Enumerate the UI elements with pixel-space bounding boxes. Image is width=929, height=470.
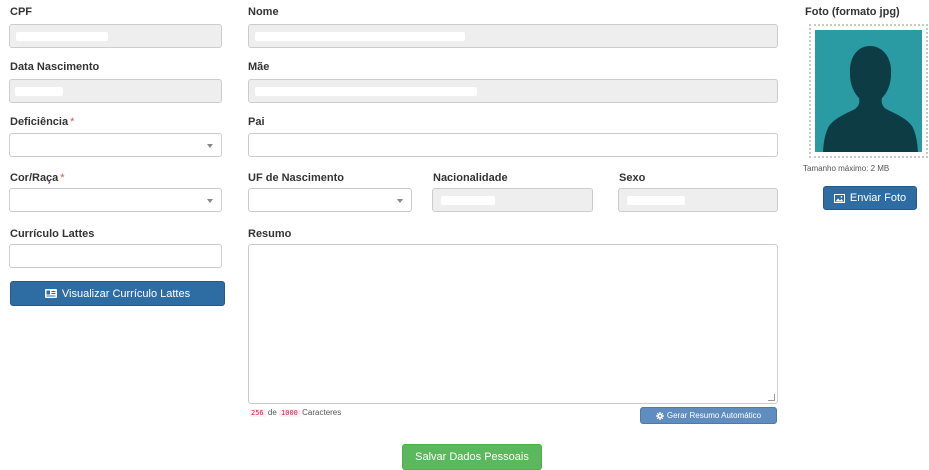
counter-separator: de [267, 408, 277, 417]
data-nascimento-label: Data Nascimento [10, 61, 100, 73]
uf-nascimento-select[interactable] [248, 188, 412, 212]
counter-suffix: Caracteres [302, 408, 342, 417]
photo-size-hint: Tamanho máximo: 2 MB [803, 164, 890, 173]
char-count: 256 [249, 409, 266, 417]
chevron-down-icon [207, 199, 213, 203]
upload-photo-button[interactable]: Enviar Foto [823, 186, 917, 210]
chevron-down-icon [207, 144, 213, 148]
char-max: 1000 [279, 409, 300, 417]
curriculo-lattes-field[interactable] [9, 244, 222, 268]
cor-raca-label: Cor/Raça * [10, 172, 65, 184]
redacted-value [627, 196, 685, 205]
foto-label: Foto (formato jpg) [805, 6, 900, 18]
resumo-label: Resumo [248, 228, 292, 240]
mae-label: Mãe [248, 61, 270, 73]
curriculo-lattes-label: Currículo Lattes [10, 228, 95, 240]
cpf-label: CPF [10, 6, 32, 18]
resumo-textarea[interactable] [248, 244, 778, 404]
generate-summary-label: Gerar Resumo Automático [666, 411, 762, 420]
required-marker: * [70, 116, 75, 128]
save-personal-data-label: Salvar Dados Pessoais [415, 451, 529, 463]
view-lattes-label: Visualizar Currículo Lattes [61, 287, 191, 300]
nacionalidade-field[interactable] [432, 188, 593, 212]
resize-handle-icon[interactable] [768, 394, 775, 401]
nome-field[interactable] [248, 24, 778, 48]
required-marker: * [60, 172, 65, 184]
resumo-counter: 256 de 1000 Caracteres [249, 408, 341, 417]
photo-frame [809, 24, 928, 158]
generate-summary-button[interactable]: Gerar Resumo Automático [640, 407, 777, 424]
view-lattes-button[interactable]: Visualizar Currículo Lattes [10, 281, 225, 306]
cpf-field[interactable] [9, 24, 222, 48]
save-personal-data-button[interactable]: Salvar Dados Pessoais [402, 444, 542, 470]
redacted-value [255, 87, 477, 96]
pai-label: Pai [248, 116, 265, 128]
sexo-label: Sexo [619, 172, 646, 184]
pai-field[interactable] [248, 133, 778, 157]
upload-photo-label: Enviar Foto [849, 192, 907, 204]
person-silhouette-icon [815, 30, 922, 152]
gear-icon [655, 411, 664, 420]
photo-placeholder [815, 30, 922, 152]
deficiencia-label-text: Deficiência [10, 116, 69, 128]
deficiencia-select[interactable] [9, 133, 222, 157]
nome-label: Nome [248, 6, 279, 18]
uf-nascimento-label: UF de Nascimento [248, 172, 344, 184]
image-icon [833, 193, 845, 203]
sexo-field[interactable] [618, 188, 778, 212]
mae-field[interactable] [248, 79, 778, 103]
chevron-down-icon [397, 199, 403, 203]
cor-raca-select[interactable] [9, 188, 222, 212]
redacted-value [255, 32, 465, 41]
data-nascimento-field[interactable] [9, 79, 222, 103]
cor-raca-label-text: Cor/Raça [10, 172, 59, 184]
redacted-value [15, 87, 63, 96]
nacionalidade-label: Nacionalidade [433, 172, 508, 184]
id-card-icon [44, 289, 57, 298]
redacted-value [441, 196, 495, 205]
redacted-value [16, 32, 108, 41]
deficiencia-label: Deficiência * [10, 116, 74, 128]
